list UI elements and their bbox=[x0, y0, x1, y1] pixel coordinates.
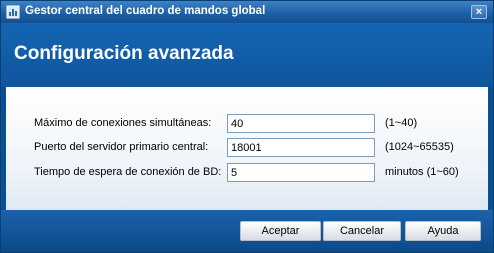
server-port-label: Puerto del servidor primario central: bbox=[34, 141, 209, 153]
max-connections-label: Máximo de conexiones simultáneas: bbox=[34, 117, 212, 129]
close-icon[interactable]: × bbox=[471, 5, 487, 19]
dialog-header: Configuración avanzada bbox=[1, 23, 493, 87]
cancel-button[interactable]: Cancelar bbox=[323, 221, 401, 241]
server-port-input[interactable] bbox=[227, 138, 375, 157]
accept-button[interactable]: Aceptar bbox=[240, 221, 321, 241]
db-timeout-hint: minutos (1~60) bbox=[385, 166, 459, 178]
settings-panel: Máximo de conexiones simultáneas: (1~40)… bbox=[6, 87, 488, 210]
server-port-row: Puerto del servidor primario central: (1… bbox=[6, 138, 488, 158]
db-timeout-input[interactable] bbox=[227, 163, 375, 182]
app-icon bbox=[6, 5, 20, 19]
page-title: Configuración avanzada bbox=[14, 43, 234, 64]
max-connections-hint: (1~40) bbox=[385, 117, 418, 129]
db-timeout-row: Tiempo de espera de conexión de BD: minu… bbox=[6, 163, 488, 183]
dialog-window: Gestor central del cuadro de mandos glob… bbox=[0, 0, 494, 253]
window-title: Gestor central del cuadro de mandos glob… bbox=[25, 5, 266, 17]
title-bar[interactable]: Gestor central del cuadro de mandos glob… bbox=[1, 1, 493, 23]
button-bar: Aceptar Cancelar Ayuda bbox=[1, 210, 493, 252]
max-connections-input[interactable] bbox=[227, 114, 375, 133]
server-port-hint: (1024~65535) bbox=[385, 141, 454, 153]
help-button[interactable]: Ayuda bbox=[405, 221, 481, 241]
db-timeout-label: Tiempo de espera de conexión de BD: bbox=[34, 166, 222, 178]
max-connections-row: Máximo de conexiones simultáneas: (1~40) bbox=[6, 114, 488, 134]
